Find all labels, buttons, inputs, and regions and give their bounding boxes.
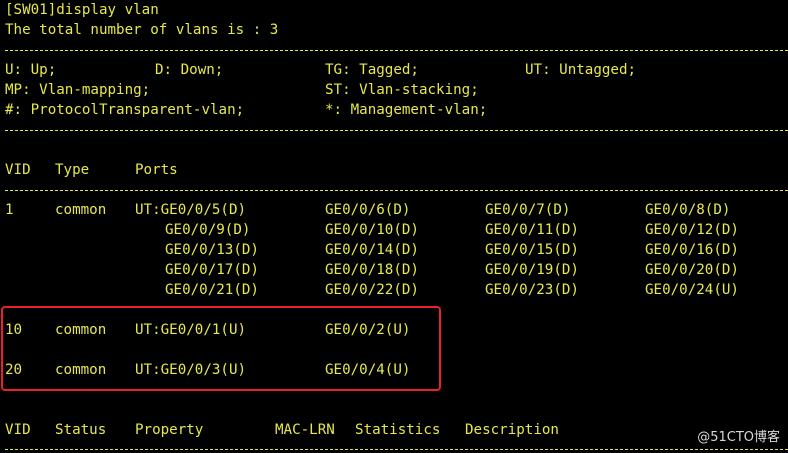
vlan-id: 1	[5, 202, 14, 218]
separator-line	[5, 50, 788, 51]
vlan-id: 20	[5, 362, 23, 378]
separator-line	[5, 130, 788, 131]
vlan-type: common	[55, 202, 107, 218]
legend-vlan-mapping: MP: Vlan-mapping;	[5, 82, 151, 98]
vlan-type: common	[55, 322, 107, 338]
legend-management-vlan: *: Management-vlan;	[325, 102, 488, 118]
port-entry: GE0/0/11(D)	[485, 222, 579, 238]
vlan-id: 10	[5, 322, 23, 338]
port-entry: UT:GE0/0/5(D)	[135, 202, 247, 218]
legend-tagged: TG: Tagged;	[325, 62, 419, 78]
port-entry: GE0/0/4(U)	[325, 362, 411, 378]
legend-protocol-transparent: #: ProtocolTransparent-vlan;	[5, 102, 245, 118]
header-vid: VID	[5, 162, 31, 178]
port-entry: GE0/0/7(D)	[485, 202, 571, 218]
header-mac-lrn: MAC-LRN	[275, 422, 335, 438]
port-entry: GE0/0/18(D)	[325, 262, 419, 278]
legend-untagged: UT: Untagged;	[525, 62, 637, 78]
port-entry: GE0/0/12(D)	[645, 222, 739, 238]
separator-line	[5, 449, 788, 450]
header-statistics: Statistics	[355, 422, 441, 438]
port-entry: UT:GE0/0/3(U)	[135, 362, 247, 378]
port-entry: GE0/0/6(D)	[325, 202, 411, 218]
port-entry: GE0/0/24(U)	[645, 282, 739, 298]
header-status: Status	[55, 422, 107, 438]
port-entry: GE0/0/14(D)	[325, 242, 419, 258]
header-property: Property	[135, 422, 204, 438]
header-description: Description	[465, 422, 559, 438]
total-vlans-line: The total number of vlans is : 3	[5, 22, 279, 38]
port-entry: GE0/0/23(D)	[485, 282, 579, 298]
port-entry: GE0/0/10(D)	[325, 222, 419, 238]
port-entry: GE0/0/9(D)	[165, 222, 251, 238]
separator-line	[5, 190, 788, 191]
header-ports: Ports	[135, 162, 178, 178]
watermark: @51CTO博客	[697, 430, 780, 445]
vlan-type: common	[55, 362, 107, 378]
terminal-window[interactable]: [SW01]display vlan The total number of v…	[0, 0, 788, 453]
header-type: Type	[55, 162, 90, 178]
port-entry: GE0/0/17(D)	[165, 262, 259, 278]
port-entry: GE0/0/13(D)	[165, 242, 259, 258]
port-entry: GE0/0/19(D)	[485, 262, 579, 278]
legend-up: U: Up;	[5, 62, 57, 78]
port-entry: GE0/0/8(D)	[645, 202, 731, 218]
port-entry: UT:GE0/0/1(U)	[135, 322, 247, 338]
port-entry: GE0/0/15(D)	[485, 242, 579, 258]
header-vid: VID	[5, 422, 31, 438]
port-entry: GE0/0/21(D)	[165, 282, 259, 298]
port-entry: GE0/0/16(D)	[645, 242, 739, 258]
port-entry: GE0/0/22(D)	[325, 282, 419, 298]
port-entry: GE0/0/2(U)	[325, 322, 411, 338]
legend-vlan-stacking: ST: Vlan-stacking;	[325, 82, 479, 98]
legend-down: D: Down;	[155, 62, 224, 78]
port-entry: GE0/0/20(D)	[645, 262, 739, 278]
command-line: [SW01]display vlan	[5, 2, 159, 18]
